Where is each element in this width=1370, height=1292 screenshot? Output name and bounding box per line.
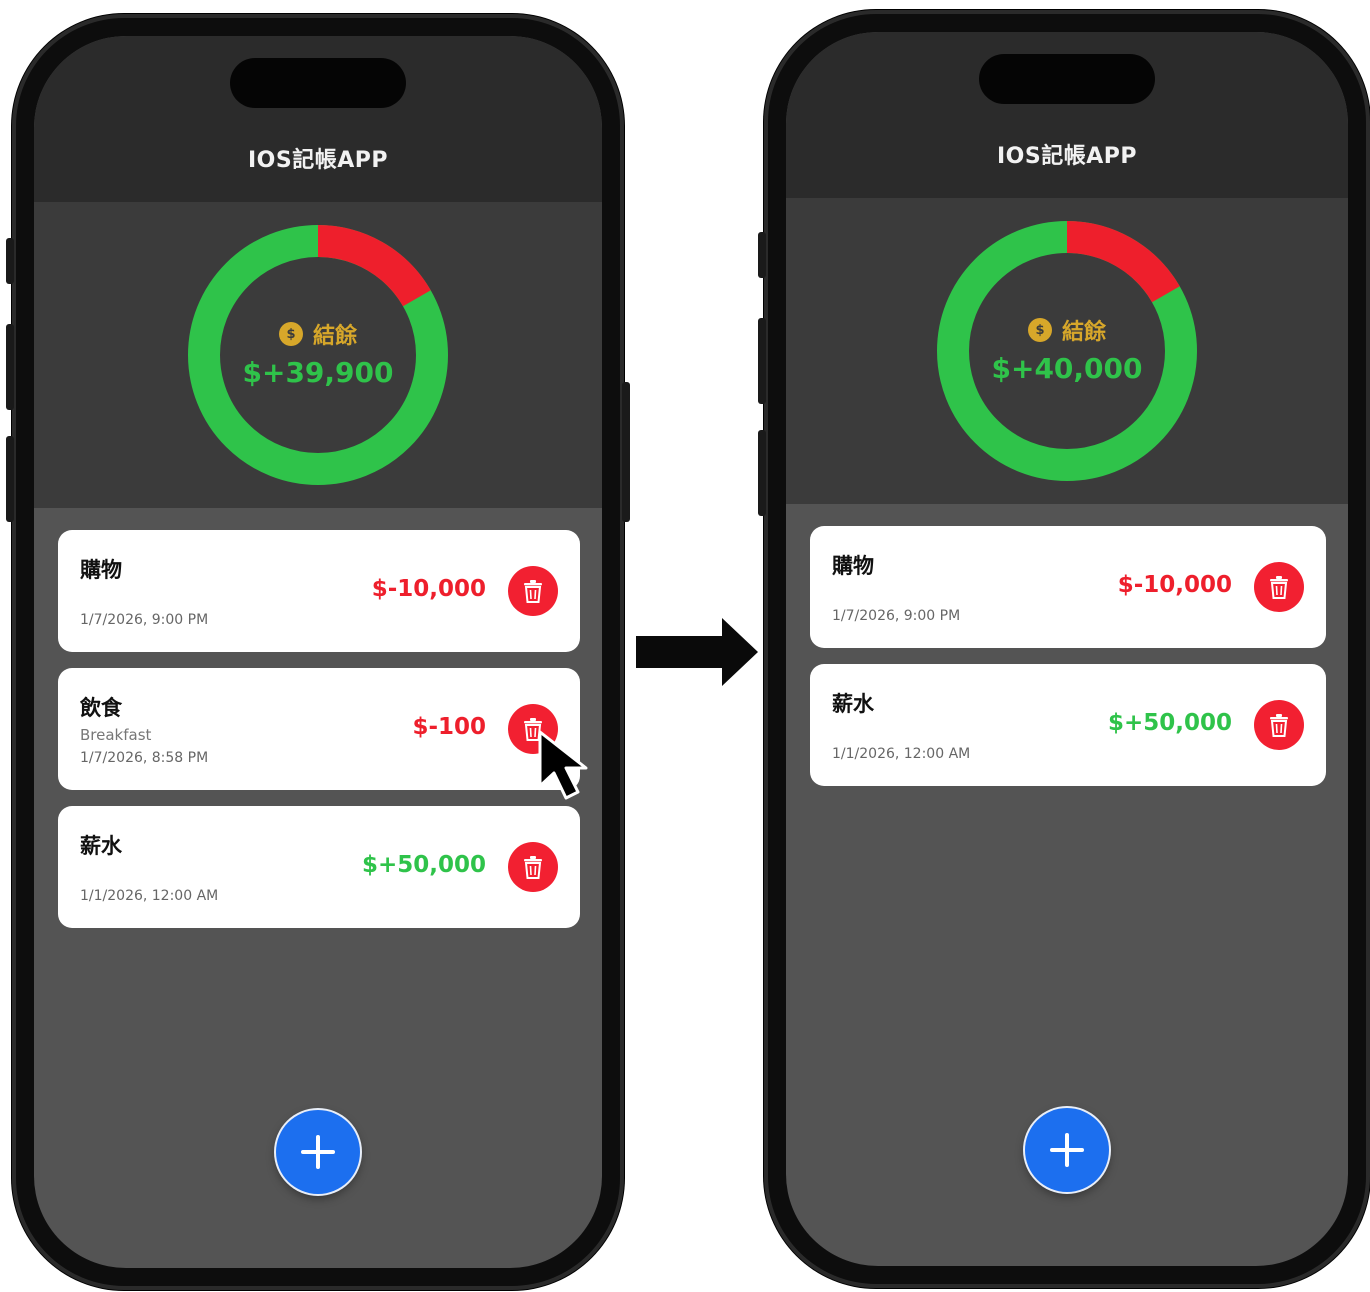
add-transaction-button[interactable] [276, 1110, 360, 1194]
delete-button[interactable] [1254, 562, 1304, 612]
transaction-amount: $-10,000 [1117, 572, 1232, 598]
phone-after: IOS記帳APP $ 結餘 $+40,000 購物 1/7/2026, 9:00… [758, 10, 1370, 1288]
plus-icon [301, 1135, 335, 1169]
transaction-list: 購物 1/7/2026, 9:00 PM $-10,000 飲食 Breakfa… [58, 530, 580, 944]
add-transaction-button[interactable] [1025, 1108, 1109, 1192]
transaction-row[interactable]: 薪水 1/1/2026, 12:00 AM $+50,000 [810, 664, 1326, 786]
trash-icon [524, 580, 542, 603]
transaction-category: 薪水 [80, 834, 122, 858]
app-screen: IOS記帳APP $ 結餘 $+39,900 購物 1/7/2026, 9:00… [34, 36, 602, 1268]
trash-icon [1270, 714, 1288, 737]
nav-header: IOS記帳APP [34, 36, 602, 202]
transaction-amount: $-10,000 [371, 576, 486, 602]
app-title: IOS記帳APP [996, 144, 1137, 169]
delete-button[interactable] [1254, 700, 1304, 750]
app-title: IOS記帳APP [247, 148, 388, 173]
balance-label-row: $ 結餘 [278, 318, 357, 350]
phone-before: IOS記帳APP $ 結餘 $+39,900 購物 1/7/2026, 9:00… [6, 14, 630, 1290]
transaction-category: 購物 [832, 554, 874, 578]
action-button [6, 238, 14, 284]
balance-label: 結餘 [312, 324, 357, 349]
balance-label: 結餘 [1061, 320, 1106, 345]
trash-icon [1270, 576, 1288, 599]
dollar-coin-icon: $ [278, 322, 303, 346]
transaction-date: 1/7/2026, 9:00 PM [832, 608, 961, 624]
delete-button[interactable] [508, 566, 558, 616]
power-button [622, 382, 630, 522]
dynamic-island [979, 54, 1155, 104]
transaction-date: 1/7/2026, 8:58 PM [80, 750, 209, 766]
transaction-amount: $+50,000 [361, 852, 486, 878]
balance-value: $+40,000 [991, 352, 1143, 385]
right-arrow-icon [636, 618, 758, 686]
delete-button[interactable] [508, 842, 558, 892]
volume-down-button [758, 430, 766, 516]
transaction-amount: $-100 [412, 714, 486, 740]
balance-label-row: $ 結餘 [1027, 314, 1106, 346]
app-screen: IOS記帳APP $ 結餘 $+40,000 購物 1/7/2026, 9:00… [786, 32, 1348, 1266]
transaction-row[interactable]: 購物 1/7/2026, 9:00 PM $-10,000 [810, 526, 1326, 648]
transaction-list: 購物 1/7/2026, 9:00 PM $-10,000 薪水 1/1/202… [810, 526, 1326, 802]
transaction-category: 飲食 [80, 696, 122, 720]
plus-icon [1050, 1133, 1084, 1167]
balance-summary: $ 結餘 $+39,900 [34, 202, 602, 508]
action-button [758, 232, 766, 278]
transaction-category: 薪水 [832, 692, 874, 716]
transaction-row[interactable]: 飲食 Breakfast 1/7/2026, 8:58 PM $-100 [58, 668, 580, 790]
transaction-date: 1/1/2026, 12:00 AM [832, 746, 971, 762]
transaction-category: 購物 [80, 558, 122, 582]
dollar-coin-icon: $ [1027, 318, 1052, 342]
transaction-date: 1/1/2026, 12:00 AM [80, 888, 219, 904]
transaction-row[interactable]: 購物 1/7/2026, 9:00 PM $-10,000 [58, 530, 580, 652]
transaction-row[interactable]: 薪水 1/1/2026, 12:00 AM $+50,000 [58, 806, 580, 928]
balance-summary: $ 結餘 $+40,000 [786, 198, 1348, 504]
mouse-cursor-icon [538, 730, 588, 800]
volume-down-button [6, 436, 14, 522]
transaction-amount: $+50,000 [1107, 710, 1232, 736]
nav-header: IOS記帳APP [786, 32, 1348, 198]
trash-icon [524, 856, 542, 879]
volume-up-button [6, 324, 14, 410]
volume-up-button [758, 318, 766, 404]
balance-center: $ 結餘 $+39,900 [34, 318, 602, 389]
transaction-note: Breakfast [80, 726, 152, 744]
dynamic-island [230, 58, 406, 108]
balance-center: $ 結餘 $+40,000 [786, 314, 1348, 385]
transaction-date: 1/7/2026, 9:00 PM [80, 612, 209, 628]
balance-value: $+39,900 [242, 356, 394, 389]
